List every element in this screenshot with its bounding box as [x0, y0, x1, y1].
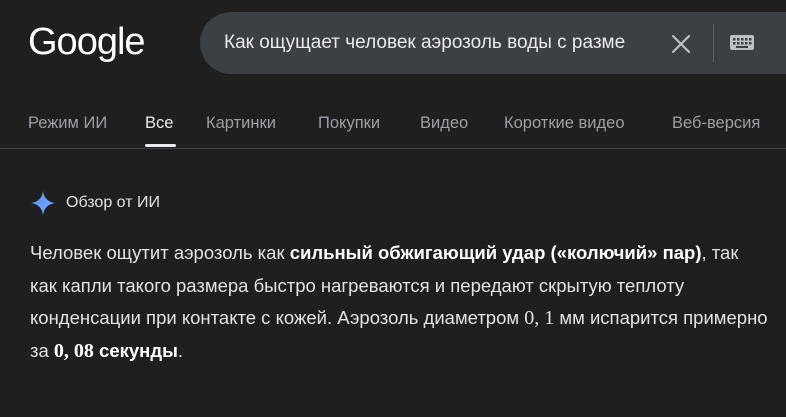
answer-text: .	[177, 339, 184, 361]
search-results-page: Google Как ощущает человек аэрозоль воды…	[0, 0, 786, 417]
math-value: 0, 08	[53, 339, 94, 362]
ai-overview-answer: Человек ощутит аэрозоль как сильный обжи…	[30, 237, 770, 367]
tab-shopping[interactable]: Покупки	[318, 112, 380, 134]
math-value: 0, 1	[524, 307, 555, 329]
clear-search-button[interactable]	[666, 29, 696, 59]
answer-highlight: сильный обжигающий удар («колючий» пар)	[289, 242, 702, 263]
search-tabs: Режим ИИ Все Картинки Покупки Видео Коро…	[0, 100, 786, 148]
keyboard-button[interactable]	[728, 32, 758, 54]
tab-ai-mode[interactable]: Режим ИИ	[28, 112, 107, 134]
tab-all[interactable]: Все	[145, 112, 173, 134]
search-bar[interactable]: Как ощущает человек аэрозоль воды с разм…	[200, 12, 786, 74]
search-input[interactable]: Как ощущает человек аэрозоль воды с разм…	[224, 31, 654, 55]
tab-images[interactable]: Картинки	[206, 112, 276, 134]
tab-web[interactable]: Веб-версия	[672, 112, 760, 134]
close-icon	[671, 34, 691, 54]
tab-short-videos[interactable]: Короткие видео	[504, 112, 625, 134]
active-tab-indicator	[145, 144, 176, 147]
tab-videos[interactable]: Видео	[420, 112, 468, 134]
tabs-divider	[0, 148, 786, 149]
answer-highlight-text: секунды	[93, 339, 178, 361]
ai-overview-title: Обзор от ИИ	[66, 194, 160, 211]
sparkle-icon	[31, 191, 55, 215]
keyboard-icon	[730, 35, 754, 50]
answer-text: Человек ощутит аэрозоль как	[30, 242, 290, 263]
google-logo[interactable]: Google	[28, 20, 146, 64]
answer-highlight: 0, 08 секунды	[53, 339, 178, 362]
search-divider	[713, 24, 714, 62]
